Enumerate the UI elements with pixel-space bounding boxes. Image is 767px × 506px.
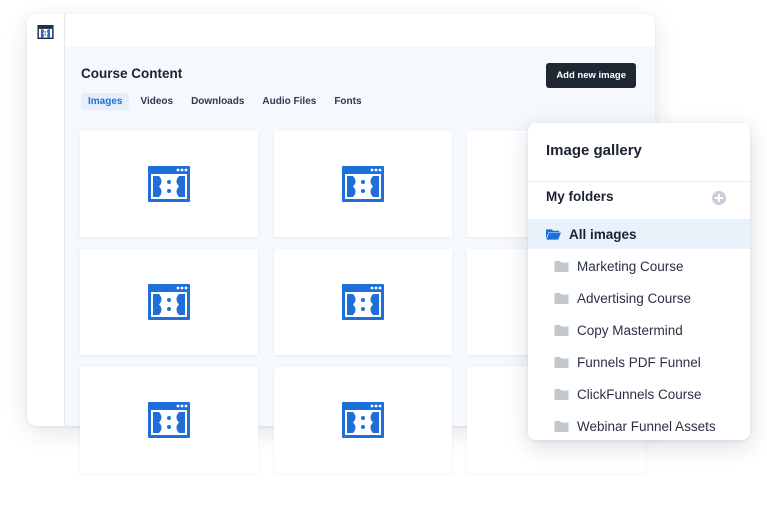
- tab-fonts[interactable]: Fonts: [327, 93, 368, 110]
- clickfunnels-logo-icon: [342, 402, 384, 438]
- clickfunnels-logo-icon: [148, 166, 190, 202]
- image-card[interactable]: [80, 249, 258, 355]
- folder-item-copy-mastermind[interactable]: Copy Mastermind: [528, 315, 750, 345]
- folder-icon: [554, 389, 569, 400]
- clickfunnels-logo-icon: [148, 284, 190, 320]
- image-card[interactable]: [274, 367, 452, 473]
- folder-item-clickfunnels-course[interactable]: ClickFunnels Course: [528, 379, 750, 409]
- image-card[interactable]: [274, 249, 452, 355]
- tab-images[interactable]: Images: [81, 93, 130, 110]
- folder-item-funnels-pdf-funnel[interactable]: Funnels PDF Funnel: [528, 347, 750, 377]
- folder-label: Copy Mastermind: [577, 322, 683, 338]
- tab-audio-files[interactable]: Audio Files: [255, 93, 323, 110]
- folder-label: Marketing Course: [577, 258, 684, 274]
- sidebar: [27, 14, 65, 426]
- folder-label: Funnels PDF Funnel: [577, 354, 701, 370]
- clickfunnels-logo-icon[interactable]: [37, 25, 54, 39]
- folder-icon: [554, 325, 569, 336]
- image-card[interactable]: [274, 131, 452, 237]
- content-tabs: Images Videos Downloads Audio Files Font…: [81, 93, 373, 110]
- folder-item-marketing-course[interactable]: Marketing Course: [528, 251, 750, 281]
- image-card[interactable]: [80, 131, 258, 237]
- folder-item-advertising-course[interactable]: Advertising Course: [528, 283, 750, 313]
- top-bar: [65, 14, 655, 47]
- my-folders-heading: My folders: [546, 189, 614, 204]
- clickfunnels-logo-icon: [148, 402, 190, 438]
- gallery-title: Image gallery: [546, 142, 642, 159]
- tab-videos[interactable]: Videos: [133, 93, 180, 110]
- folder-icon: [554, 293, 569, 304]
- tab-downloads[interactable]: Downloads: [184, 93, 251, 110]
- clickfunnels-logo-icon: [342, 166, 384, 202]
- folder-open-icon: [546, 229, 561, 240]
- clickfunnels-logo-icon: [342, 284, 384, 320]
- folder-item-all-images[interactable]: All images: [528, 219, 750, 249]
- image-gallery-panel: Image gallery My folders All images Mark…: [528, 123, 750, 440]
- folder-label: Webinar Funnel Assets: [577, 418, 716, 434]
- divider: [528, 181, 750, 182]
- folder-item-webinar-funnel-assets[interactable]: Webinar Funnel Assets: [528, 411, 750, 440]
- folder-icon: [554, 261, 569, 272]
- folder-icon: [554, 421, 569, 432]
- folder-label: All images: [569, 226, 637, 242]
- add-new-image-button[interactable]: Add new image: [546, 63, 636, 88]
- folder-label: ClickFunnels Course: [577, 386, 702, 402]
- folder-label: Advertising Course: [577, 290, 692, 306]
- page-title: Course Content: [81, 66, 183, 81]
- folder-icon: [554, 357, 569, 368]
- image-card[interactable]: [80, 367, 258, 473]
- plus-circle-icon[interactable]: [712, 191, 726, 205]
